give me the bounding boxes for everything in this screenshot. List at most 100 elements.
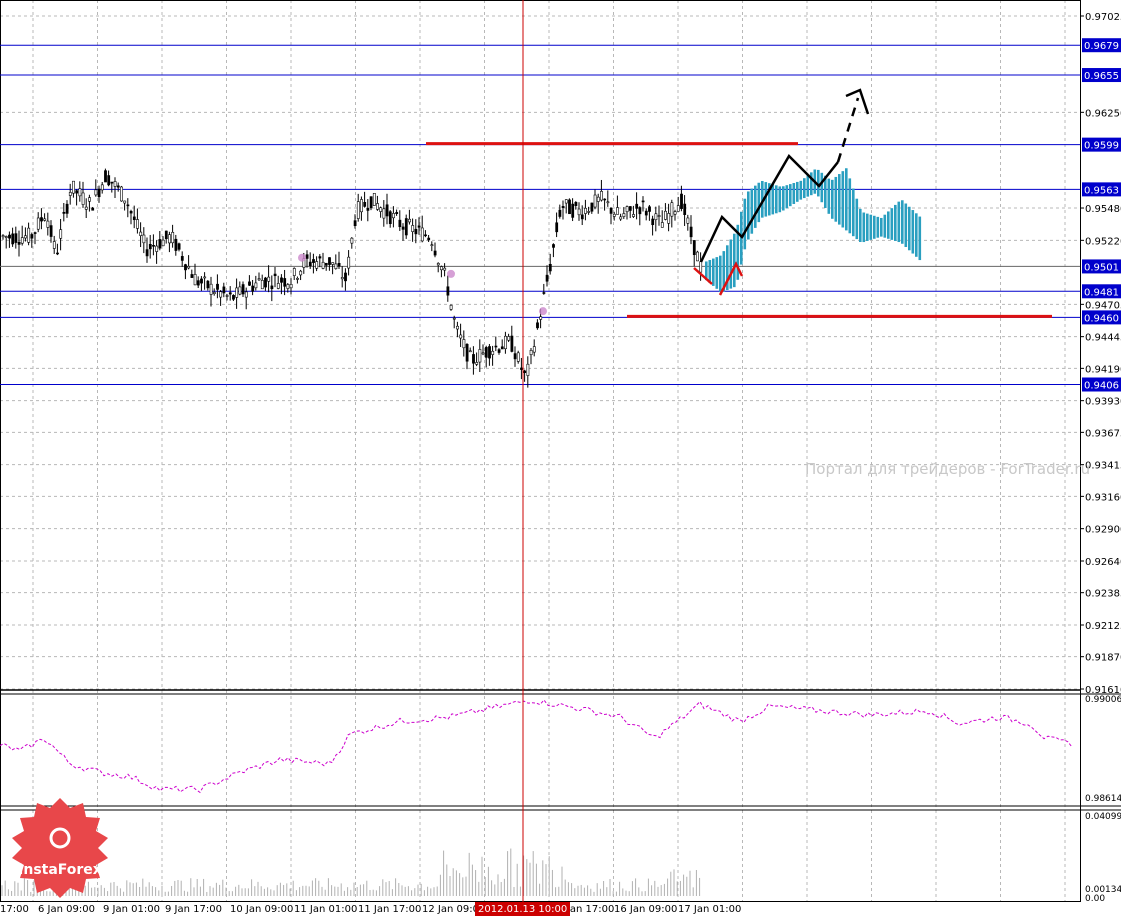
candle-body: [625, 206, 629, 213]
forecast-bar: [869, 214, 873, 240]
candle-body: [516, 352, 520, 362]
candle-body: [254, 282, 258, 289]
forecast-bar: [792, 183, 796, 204]
candle-body: [603, 198, 607, 201]
candle-body: [606, 201, 610, 204]
candle-body: [443, 267, 447, 271]
forecast-bar: [838, 174, 841, 225]
y-tick-label: 0.95480: [1085, 204, 1121, 215]
candle-body: [36, 217, 40, 230]
candle-body: [110, 181, 114, 184]
y-tick-label: 0.96250: [1085, 108, 1121, 119]
forecast-bar: [883, 214, 887, 238]
candle-body: [148, 243, 152, 250]
candle-body: [232, 295, 235, 300]
candle-body: [273, 273, 277, 277]
candle-body: [200, 278, 203, 284]
osc-tick-label: 0.98614: [1085, 794, 1121, 804]
candles: [1, 168, 703, 388]
osc-tick-label: 0.99006: [1085, 695, 1121, 705]
crosshair-label: 2012.01.13 10:00: [478, 904, 567, 915]
candle-body: [46, 220, 50, 228]
candle-body: [184, 264, 187, 271]
candle-body: [699, 261, 703, 273]
candle-body: [363, 201, 367, 207]
forex-chart: 0.9679 0.9655 0.9599 0.9563 0.9501 0.9481 0.94…: [0, 0, 1121, 916]
y-tick-label: 0.93160: [1085, 492, 1121, 503]
candle-body: [600, 191, 603, 201]
forecast-bar: [778, 186, 782, 213]
level-label: 0.9563: [1084, 185, 1119, 196]
candle-body: [174, 238, 178, 251]
level-label: 0.9599: [1084, 141, 1119, 152]
candle-body: [484, 347, 488, 358]
x-tick-label: 17:00: [0, 904, 29, 915]
oscillator-panel: 0.99006 0.98614: [0, 695, 1121, 804]
candle-body: [177, 243, 181, 250]
candle-body: [660, 222, 664, 228]
forecast-bar: [852, 188, 855, 237]
candle-body: [404, 218, 408, 236]
candle-body: [337, 262, 341, 267]
candle-body: [350, 237, 354, 244]
candle-body: [536, 322, 539, 329]
candle-body: [542, 292, 546, 294]
candle-body: [510, 335, 514, 352]
forecast-bar: [897, 201, 901, 243]
candle-body: [171, 231, 175, 244]
x-tick-label: 17 Jan 01:00: [678, 904, 741, 915]
candle-body: [212, 292, 216, 294]
forecast-bar: [796, 181, 799, 202]
candle-body: [619, 216, 623, 220]
candle-body: [686, 217, 690, 224]
candle-body: [334, 263, 338, 269]
candle-body: [328, 257, 331, 265]
forecast-bar: [775, 185, 778, 214]
candle-body: [478, 349, 482, 363]
candle-body: [520, 367, 523, 370]
candle-body: [376, 203, 379, 210]
forecast-bar: [827, 178, 831, 214]
forecast-bars: [705, 168, 922, 292]
price-axis: 0.97025 0.96250 0.95480 0.95220 0.94705 0.944…: [1080, 12, 1121, 696]
candle-body: [574, 201, 578, 206]
candle-body: [638, 207, 642, 215]
candle-body: [142, 234, 146, 244]
level-label: 0.9501: [1084, 262, 1119, 273]
candle-body: [318, 256, 322, 259]
candle-body: [216, 283, 219, 290]
forecast-bar: [901, 200, 904, 244]
candle-body: [680, 193, 683, 209]
candle-body: [372, 192, 376, 206]
arrowhead: [845, 88, 870, 115]
candle-body: [696, 251, 699, 262]
candle-body: [68, 192, 72, 196]
forecast-bar: [841, 171, 845, 228]
forecast-bar: [831, 179, 834, 219]
candle-body: [158, 239, 162, 249]
candle-body: [59, 229, 63, 239]
candle-body: [414, 228, 418, 235]
x-tick-label: 11 Jan 17:00: [358, 904, 421, 915]
candle-body: [385, 204, 389, 217]
forecast-bar: [750, 188, 754, 234]
candle-body: [81, 192, 85, 205]
forecast-bar: [890, 208, 894, 240]
candle-body: [500, 346, 504, 350]
candle-body: [676, 205, 680, 212]
candle-body: [347, 256, 351, 269]
oscillator-line: [0, 699, 1073, 794]
instaforex-logo: InstaForex: [12, 798, 108, 898]
candle-body: [548, 263, 552, 272]
candle-body: [622, 213, 626, 217]
forecast-bar: [803, 178, 806, 199]
candle-body: [238, 286, 242, 295]
candle-body: [180, 256, 184, 261]
forecast-bar: [747, 191, 750, 240]
candle-body: [356, 201, 360, 219]
candle-body: [552, 244, 555, 248]
level-label: 0.9655: [1084, 71, 1119, 82]
candle-body: [331, 262, 335, 265]
candle-body: [244, 291, 248, 298]
candle-body: [20, 237, 24, 244]
